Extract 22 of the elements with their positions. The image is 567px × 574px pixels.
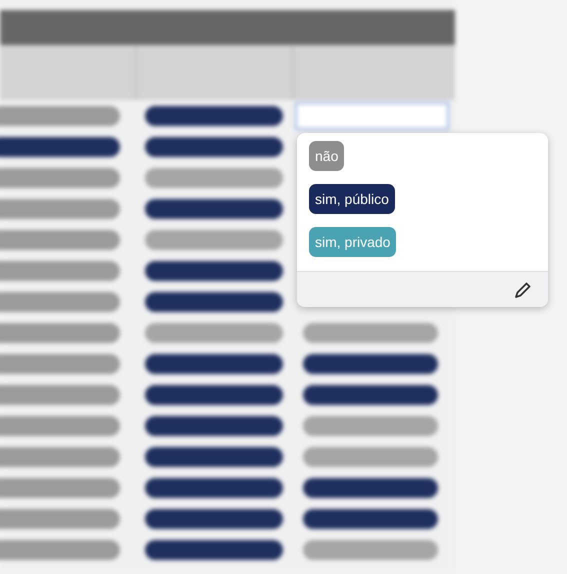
tag-dropdown[interactable] [145,136,283,156]
tag-dropdown[interactable] [303,384,438,404]
tag-dropdown[interactable] [145,292,283,312]
pencil-icon[interactable] [513,280,533,300]
tag-dropdown[interactable] [145,416,283,436]
tag-dropdown[interactable] [145,478,283,498]
tag-dropdown[interactable] [145,384,283,404]
tag-dropdown[interactable] [303,508,438,528]
option-tag[interactable]: sim, privado [309,227,396,257]
tag-dropdown[interactable] [145,106,283,126]
tag-dropdown[interactable] [145,446,283,466]
input-field[interactable] [295,102,449,130]
option-tag[interactable]: sim, público [309,184,395,214]
tag-dropdown[interactable] [145,260,283,280]
tag-dropdown[interactable] [303,478,438,498]
option-tag[interactable]: não [309,141,344,171]
tag-dropdown[interactable] [145,540,283,560]
tag-dropdown[interactable] [303,354,438,374]
tag-dropdown[interactable] [145,508,283,528]
tag-dropdown[interactable] [145,198,283,218]
tag-dropdown[interactable] [0,136,120,156]
tag-dropdown[interactable] [145,354,283,374]
